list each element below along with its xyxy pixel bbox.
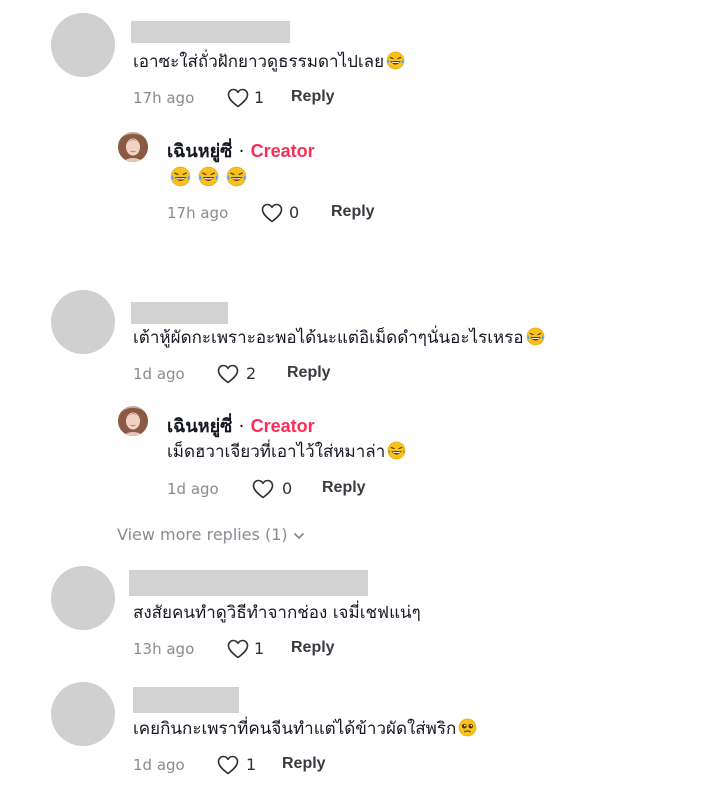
creator-name[interactable]: เฉินหยู่ซี่ · Creator	[167, 411, 315, 440]
laughing-tears-emoji-icon	[386, 51, 405, 70]
laughing-tears-emoji-icon	[198, 166, 219, 187]
timestamp: 13h ago	[133, 640, 195, 658]
creator-name-text: เฉินหยู่ซี่	[167, 141, 233, 162]
like-count: 1	[254, 639, 265, 658]
redacted-username[interactable]	[129, 570, 368, 596]
reply-text: เม็ดฮวาเจียวที่เอาไว้ใส่หมาล่า	[167, 440, 406, 464]
creator-name[interactable]: เฉินหยู่ซี่ · Creator	[167, 136, 315, 165]
reply-button[interactable]: Reply	[287, 364, 331, 382]
timestamp: 17h ago	[167, 204, 229, 222]
heart-icon[interactable]	[226, 637, 250, 661]
redacted-username[interactable]	[131, 21, 290, 43]
comment-text-content: สงสัยคนทำดูวิธีทำจากช่อง เจมี่เชฟแน่ๆ	[133, 603, 421, 623]
creator-avatar[interactable]	[118, 132, 148, 162]
reply-text-content: เม็ดฮวาเจียวที่เอาไว้ใส่หมาล่า	[167, 442, 386, 462]
laughing-tears-emoji-icon	[226, 166, 247, 187]
laughing-tears-emoji-icon	[170, 166, 191, 187]
reply-meta: 17h ago 0 Reply	[167, 200, 407, 226]
comment-meta: 1d ago 2 Reply	[133, 361, 373, 387]
like-count: 2	[246, 364, 257, 383]
separator-dot: ·	[238, 416, 245, 437]
separator-dot: ·	[238, 141, 245, 162]
comment-item: เต้าหู้ผัดกะเพราะอะพอได้นะแต่อิเม็ดดำๆนั…	[0, 285, 721, 555]
heart-icon[interactable]	[216, 362, 240, 386]
pleading-face-emoji-icon	[458, 718, 477, 737]
timestamp: 17h ago	[133, 89, 195, 107]
comment-text: เอาซะใส่ถั่วฝักยาวดูธรรมดาไปเลย	[133, 50, 405, 74]
like-count: 1	[246, 755, 257, 774]
avatar[interactable]	[51, 290, 115, 354]
reply-button[interactable]: Reply	[322, 479, 366, 497]
laughing-tears-emoji-icon	[526, 327, 545, 346]
timestamp: 1d ago	[133, 365, 185, 383]
heart-icon[interactable]	[226, 86, 250, 110]
creator-reply: เฉินหยู่ซี่ · Creator 17h ago 0 Reply	[0, 128, 721, 228]
creator-badge: Creator	[250, 416, 315, 436]
view-more-replies-button[interactable]: View more replies (1)	[117, 525, 306, 544]
comment-meta: 13h ago 1 Reply	[133, 636, 373, 662]
avatar[interactable]	[51, 566, 115, 630]
redacted-username[interactable]	[131, 302, 228, 324]
like-count: 0	[289, 203, 300, 222]
comment-text: เต้าหู้ผัดกะเพราะอะพอได้นะแต่อิเม็ดดำๆนั…	[133, 326, 545, 350]
heart-icon[interactable]	[251, 477, 275, 501]
reply-button[interactable]: Reply	[282, 755, 326, 773]
comment-text-content: เอาซะใส่ถั่วฝักยาวดูธรรมดาไปเลย	[133, 52, 385, 72]
timestamp: 1d ago	[133, 756, 185, 774]
view-more-label: View more replies (1)	[117, 525, 288, 544]
heart-icon[interactable]	[260, 201, 284, 225]
reply-text	[166, 166, 247, 191]
comment-text: เคยกินกะเพราที่คนจีนทำแต่ได้ข้าวผัดใส่พร…	[133, 717, 477, 741]
avatar[interactable]	[51, 13, 115, 77]
like-count: 1	[254, 88, 265, 107]
creator-badge: Creator	[250, 141, 315, 161]
creator-avatar[interactable]	[118, 406, 148, 436]
comment-text: สงสัยคนทำดูวิธีทำจากช่อง เจมี่เชฟแน่ๆ	[133, 601, 421, 625]
timestamp: 1d ago	[167, 480, 219, 498]
comment-meta: 17h ago 1 Reply	[133, 85, 373, 111]
creator-name-text: เฉินหยู่ซี่	[167, 416, 233, 437]
reply-meta: 1d ago 0 Reply	[167, 476, 407, 502]
reply-button[interactable]: Reply	[291, 88, 335, 106]
comment-item: เคยกินกะเพราที่คนจีนทำแต่ได้ข้าวผัดใส่พร…	[0, 675, 721, 785]
comment-item: สงสัยคนทำดูวิธีทำจากช่อง เจมี่เชฟแน่ๆ 13…	[0, 560, 721, 670]
comment-text-content: เต้าหู้ผัดกะเพราะอะพอได้นะแต่อิเม็ดดำๆนั…	[133, 328, 524, 348]
comment-item: เอาซะใส่ถั่วฝักยาวดูธรรมดาไปเลย 17h ago …	[0, 0, 721, 240]
reply-button[interactable]: Reply	[331, 203, 375, 221]
like-count: 0	[282, 479, 293, 498]
laughing-tears-emoji-icon	[387, 441, 406, 460]
creator-reply: เฉินหยู่ซี่ · Creator เม็ดฮวาเจียวที่เอา…	[0, 403, 721, 503]
chevron-down-icon	[293, 532, 304, 539]
reply-button[interactable]: Reply	[291, 639, 335, 657]
comment-text-content: เคยกินกะเพราที่คนจีนทำแต่ได้ข้าวผัดใส่พร…	[133, 719, 457, 739]
heart-icon[interactable]	[216, 753, 240, 777]
redacted-username[interactable]	[133, 687, 239, 713]
avatar[interactable]	[51, 682, 115, 746]
comment-meta: 1d ago 1 Reply	[133, 752, 373, 778]
